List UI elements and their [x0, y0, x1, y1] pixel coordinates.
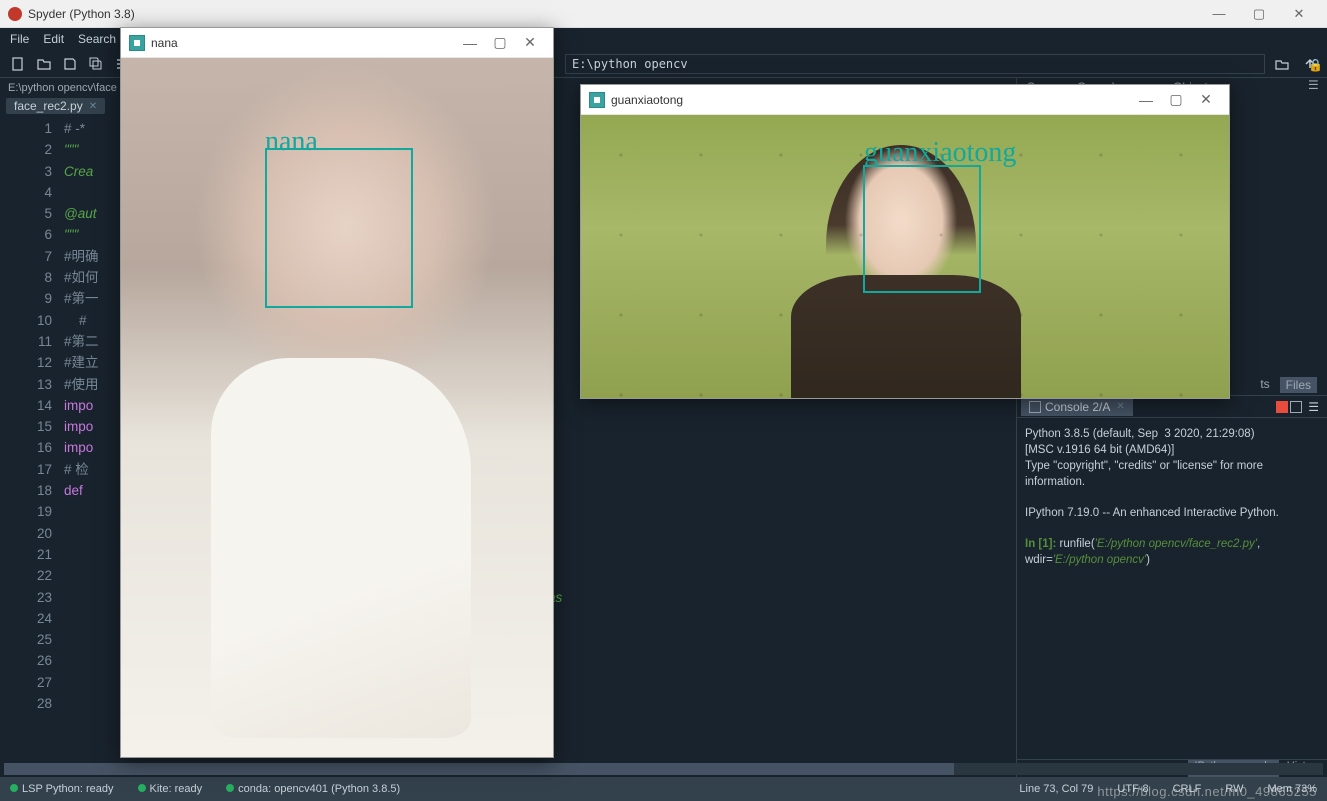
- window-maximize-button[interactable]: ▢: [1161, 91, 1191, 108]
- spyder-logo-icon: [8, 7, 22, 21]
- line-number-gutter: 1234567891011121314151617181920212223242…: [0, 118, 64, 777]
- opencv-window-titlebar[interactable]: guanxiaotong — ▢ ✕: [581, 85, 1229, 115]
- console-tab-active[interactable]: Console 2/A ✕: [1021, 398, 1133, 416]
- window-close-button[interactable]: ✕: [1279, 6, 1319, 22]
- close-icon[interactable]: ✕: [89, 101, 97, 112]
- window-maximize-button[interactable]: ▢: [1239, 6, 1279, 22]
- scrollbar-thumb[interactable]: [4, 763, 954, 775]
- stop-kernel-icon[interactable]: [1276, 401, 1288, 413]
- menu-edit[interactable]: Edit: [37, 30, 70, 48]
- clear-console-icon[interactable]: [1290, 401, 1302, 413]
- editor-horizontal-scrollbar[interactable]: [4, 763, 1323, 775]
- window-close-button[interactable]: ✕: [1191, 91, 1221, 108]
- console-tab-label: Console 2/A: [1045, 400, 1110, 414]
- window-close-button[interactable]: ✕: [515, 34, 545, 51]
- console-kernel-icon: [1029, 401, 1041, 413]
- opencv-app-icon: [589, 92, 605, 108]
- editor-tab-label: face_rec2.py: [14, 99, 83, 113]
- watermark-text: https://blog.csdn.net/m0_49865255: [1097, 784, 1317, 799]
- face-detection-box: [265, 148, 413, 308]
- app-title: Spyder (Python 3.8): [28, 7, 1199, 21]
- console-output[interactable]: Python 3.8.5 (default, Sep 3 2020, 21:29…: [1017, 418, 1327, 759]
- opencv-window-title: guanxiaotong: [611, 93, 1131, 107]
- save-icon[interactable]: [58, 53, 82, 75]
- hamburger-icon[interactable]: ☰: [1308, 400, 1319, 414]
- status-lsp: LSP Python: ready: [10, 783, 114, 795]
- window-minimize-button[interactable]: —: [455, 35, 485, 51]
- browse-folder-icon[interactable]: [1271, 53, 1293, 75]
- status-conda: conda: opencv401 (Python 3.8.5): [226, 783, 400, 795]
- opencv-window-guanxiaotong[interactable]: guanxiaotong — ▢ ✕ guanxiaotong: [580, 84, 1230, 399]
- face-detection-box: [863, 165, 981, 293]
- menu-search[interactable]: Search: [72, 30, 122, 48]
- breadcrumb-path: E:\python opencv\face: [8, 82, 117, 94]
- save-all-icon[interactable]: [84, 53, 108, 75]
- menu-file[interactable]: File: [4, 30, 35, 48]
- console-pane: Console 2/A ✕ ☰ Python 3.8.5 (default, S…: [1017, 396, 1327, 777]
- tab-ts[interactable]: ts: [1260, 377, 1269, 393]
- window-minimize-button[interactable]: —: [1199, 6, 1239, 21]
- opencv-app-icon: [129, 35, 145, 51]
- close-icon[interactable]: ✕: [1116, 401, 1124, 412]
- new-file-icon[interactable]: [6, 53, 30, 75]
- window-minimize-button[interactable]: —: [1131, 92, 1161, 108]
- opencv-image-display: guanxiaotong: [581, 115, 1229, 398]
- console-tabs: Console 2/A ✕ ☰: [1017, 396, 1327, 418]
- opencv-window-title: nana: [151, 36, 455, 50]
- open-folder-icon[interactable]: [32, 53, 56, 75]
- status-cursor-pos: Line 73, Col 79: [1019, 783, 1093, 795]
- status-kite: Kite: ready: [138, 783, 203, 795]
- window-maximize-button[interactable]: ▢: [485, 34, 515, 51]
- opencv-image-display: nana: [121, 58, 553, 757]
- opencv-window-titlebar[interactable]: nana — ▢ ✕: [121, 28, 553, 58]
- tab-files[interactable]: Files: [1280, 377, 1317, 393]
- app-titlebar: Spyder (Python 3.8) — ▢ ✕: [0, 0, 1327, 28]
- editor-tab-active[interactable]: face_rec2.py ✕: [6, 98, 105, 114]
- working-directory-input[interactable]: [565, 54, 1265, 74]
- opencv-window-nana[interactable]: nana — ▢ ✕ nana: [120, 27, 554, 758]
- lock-icon[interactable]: 🔒: [1308, 58, 1323, 72]
